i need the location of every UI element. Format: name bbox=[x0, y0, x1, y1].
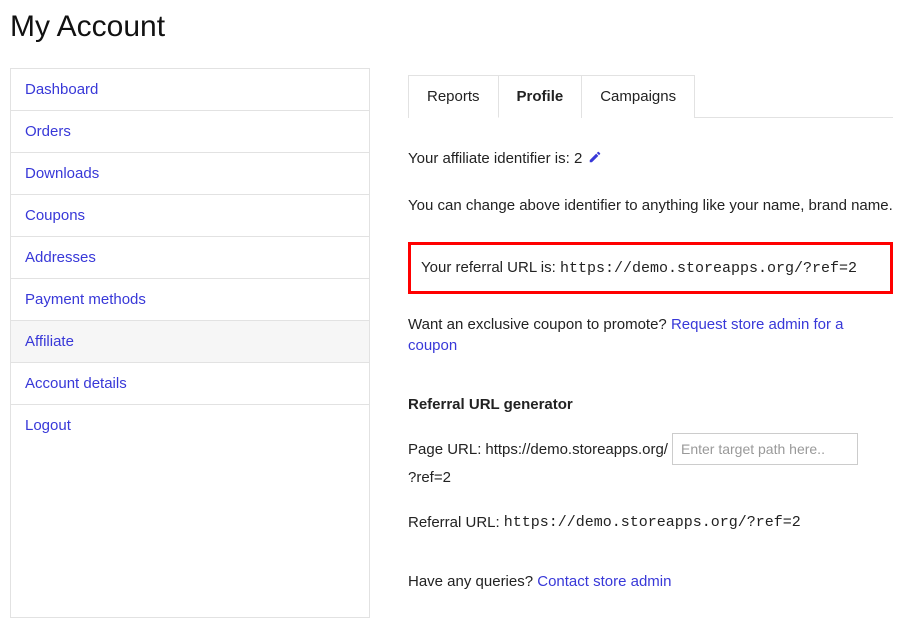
tab-campaigns[interactable]: Campaigns bbox=[581, 75, 695, 118]
referral-generator-title: Referral URL generator bbox=[408, 396, 893, 413]
affiliate-id-row: Your affiliate identifier is: 2 bbox=[408, 148, 893, 169]
pencil-icon[interactable] bbox=[588, 149, 602, 163]
page-url-label: Page URL: bbox=[408, 441, 481, 458]
sidebar-item-logout[interactable]: Logout bbox=[11, 405, 369, 446]
sidebar-item-affiliate[interactable]: Affiliate bbox=[11, 321, 369, 363]
sidebar-item-orders[interactable]: Orders bbox=[11, 111, 369, 153]
tabs-nav: Reports Profile Campaigns bbox=[408, 74, 893, 118]
change-note: You can change above identifier to anyth… bbox=[408, 195, 893, 216]
sidebar-item-payment-methods[interactable]: Payment methods bbox=[11, 279, 369, 321]
page-url-suffix: ?ref=2 bbox=[408, 469, 451, 486]
tab-reports[interactable]: Reports bbox=[408, 75, 499, 118]
sidebar-menu: Dashboard Orders Downloads Coupons Addre… bbox=[10, 68, 370, 618]
generated-referral-row: Referral URL: https://demo.storeapps.org… bbox=[408, 514, 893, 531]
sidebar-item-addresses[interactable]: Addresses bbox=[11, 237, 369, 279]
page-title: My Account bbox=[10, 10, 893, 44]
page-url-base: https://demo.storeapps.org/ bbox=[485, 441, 668, 458]
gen-referral-label: Referral URL: bbox=[408, 514, 500, 531]
sidebar-item-coupons[interactable]: Coupons bbox=[11, 195, 369, 237]
queries-row: Have any queries? Contact store admin bbox=[408, 571, 893, 592]
referral-url-label: Your referral URL is: bbox=[421, 259, 556, 276]
affiliate-id-value: 2 bbox=[574, 150, 582, 167]
referral-url-row: Your referral URL is: https://demo.store… bbox=[408, 242, 893, 294]
coupon-question: Want an exclusive coupon to promote? bbox=[408, 316, 667, 333]
referral-url-value: https://demo.storeapps.org/?ref=2 bbox=[560, 260, 857, 277]
gen-referral-value: https://demo.storeapps.org/?ref=2 bbox=[504, 514, 801, 531]
sidebar-item-downloads[interactable]: Downloads bbox=[11, 153, 369, 195]
contact-admin-link[interactable]: Contact store admin bbox=[537, 573, 671, 590]
coupon-row: Want an exclusive coupon to promote? Req… bbox=[408, 314, 893, 356]
sidebar-item-account-details[interactable]: Account details bbox=[11, 363, 369, 405]
tab-profile[interactable]: Profile bbox=[498, 75, 583, 118]
affiliate-id-label: Your affiliate identifier is: bbox=[408, 150, 570, 167]
target-path-input[interactable] bbox=[672, 433, 858, 465]
queries-label: Have any queries? bbox=[408, 573, 533, 590]
sidebar-item-dashboard[interactable]: Dashboard bbox=[11, 69, 369, 111]
main-content: Reports Profile Campaigns Your affiliate… bbox=[408, 68, 893, 618]
page-url-row: Page URL: https://demo.storeapps.org/ ?r… bbox=[408, 433, 893, 486]
